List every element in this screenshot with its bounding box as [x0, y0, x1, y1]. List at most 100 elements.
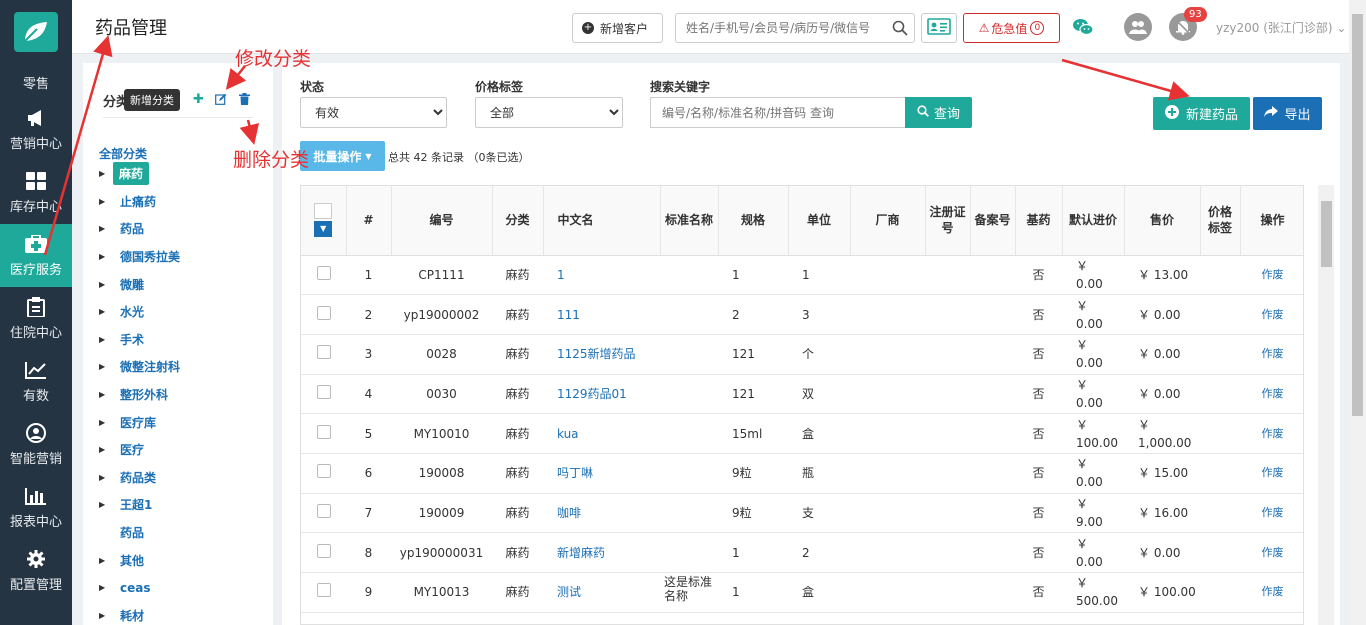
cell-name[interactable]: 111	[543, 294, 660, 335]
nav-item-inpatient[interactable]: 住院中心	[0, 287, 72, 350]
caret-right-icon[interactable]: ▶	[99, 390, 120, 399]
caret-right-icon[interactable]: ▶	[99, 280, 120, 289]
category-item[interactable]: ▶ 德国秀拉美	[99, 243, 269, 271]
category-item[interactable]: ▶ 医疗库	[99, 408, 269, 436]
category-item[interactable]: ▶ 其他	[99, 546, 269, 574]
table-row[interactable]: 5 MY10010 麻药 kua 15ml 盒 否 ￥ 100.00 ￥ 1,000.00 作废	[301, 413, 1303, 454]
category-item[interactable]: 药品	[99, 519, 269, 547]
caret-right-icon[interactable]: ▶	[99, 500, 120, 509]
caret-right-icon[interactable]: ▶	[99, 362, 120, 371]
critical-value-button[interactable]: ⚠ 危急值 0	[963, 13, 1060, 43]
row-checkbox[interactable]	[316, 345, 331, 360]
caret-right-icon[interactable]: ▶	[99, 197, 120, 206]
table-row[interactable]: 8 yp190000031 麻药 新增麻药 1 2 否 ￥ 0.00 ￥ 0.00 作废	[301, 532, 1303, 573]
scrollbar-thumb[interactable]	[1321, 201, 1332, 267]
status-select[interactable]: 有效	[300, 97, 447, 128]
category-item[interactable]: ▶ 水光	[99, 298, 269, 326]
cell-action[interactable]: 作废	[1240, 493, 1303, 534]
category-item[interactable]: ▶ 药品类	[99, 464, 269, 492]
nav-item-settings[interactable]: 配置管理	[0, 539, 72, 602]
category-item[interactable]: ▶ 药品	[99, 215, 269, 243]
category-item[interactable]: ▶ 医疗	[99, 436, 269, 464]
row-checkbox[interactable]	[316, 384, 331, 399]
cell-name[interactable]: 测试	[543, 572, 660, 613]
row-checkbox[interactable]	[316, 464, 331, 479]
nav-item-retail[interactable]: 零售	[0, 62, 72, 98]
new-customer-button[interactable]: + 新增客户	[572, 13, 663, 43]
price-tag-select[interactable]: 全部	[475, 97, 623, 128]
scrollbar-thumb[interactable]	[1352, 14, 1363, 416]
user-group-icon[interactable]	[1124, 13, 1152, 41]
cell-action[interactable]: 作废	[1240, 374, 1303, 415]
cell-action[interactable]: 作废	[1240, 294, 1303, 335]
nav-item-smart-marketing[interactable]: 智能营销	[0, 413, 72, 476]
nav-item-inventory[interactable]: 库存中心	[0, 161, 72, 224]
nav-item-medical-service[interactable]: 医疗服务	[0, 224, 72, 287]
caret-right-icon[interactable]: ▶	[99, 583, 120, 592]
table-row[interactable]: 1 CP1111 麻药 1 1 1 否 ￥ 0.00 ￥ 13.00 作废	[301, 255, 1303, 296]
page-scrollbar[interactable]	[1349, 0, 1366, 625]
caret-right-icon[interactable]: ▶	[99, 335, 120, 344]
table-row[interactable]: 6 190008 麻药 吗丁啉 9粒瓶 否 ￥ 0.00 ￥ 15.00 作废	[301, 453, 1303, 494]
app-logo[interactable]	[14, 12, 58, 52]
row-checkbox[interactable]	[316, 543, 331, 558]
caret-right-icon[interactable]: ▶	[99, 307, 120, 316]
cell-action[interactable]: 作废	[1240, 255, 1303, 296]
category-item[interactable]: ▶ 止痛药	[99, 188, 269, 216]
cell-action[interactable]: 作废	[1240, 334, 1303, 375]
global-search-input[interactable]	[676, 14, 886, 42]
caret-right-icon[interactable]: ▶	[99, 224, 120, 233]
cell-name[interactable]: 1125新增药品	[543, 334, 660, 375]
table-row[interactable]: 3 0028 麻药 1125新增药品 121 个 否 ￥ 0.00 ￥ 0.00 作废	[301, 334, 1303, 375]
cell-name[interactable]: 新增麻药	[543, 532, 660, 573]
new-drug-button[interactable]: 新建药品	[1153, 97, 1250, 130]
caret-right-icon[interactable]: ▶	[99, 418, 120, 427]
select-all-checkbox[interactable]: ▼	[301, 186, 347, 256]
caret-right-icon[interactable]: ▶	[99, 252, 120, 261]
cell-action[interactable]: 作废	[1240, 413, 1303, 454]
cell-action[interactable]: 作废	[1240, 532, 1303, 573]
keyword-input[interactable]	[650, 97, 905, 128]
caret-right-icon[interactable]: ▶	[99, 611, 120, 620]
id-card-button[interactable]	[921, 13, 957, 43]
cell-name[interactable]: 咖啡	[543, 493, 660, 534]
category-item[interactable]: ▶ 整形外科	[99, 381, 269, 409]
category-item[interactable]: ▶ ceas	[99, 574, 269, 602]
caret-right-icon[interactable]: ▶	[99, 445, 120, 454]
cell-action[interactable]: 作废	[1240, 572, 1303, 613]
cell-name[interactable]: 1129药品01	[543, 374, 660, 415]
nav-item-reports[interactable]: 报表中心	[0, 476, 72, 539]
nav-item-data[interactable]: 有数	[0, 350, 72, 413]
category-item[interactable]: ▶ 微整注射科	[99, 353, 269, 381]
cell-action[interactable]: 作废	[1240, 453, 1303, 494]
query-button[interactable]: 查询	[905, 97, 972, 128]
row-checkbox[interactable]	[316, 503, 331, 518]
row-checkbox[interactable]	[316, 583, 331, 598]
category-item[interactable]: ▶ 微雕	[99, 270, 269, 298]
category-item[interactable]: ▶ 耗材	[99, 602, 269, 625]
batch-operation-button[interactable]: 批量操作 ▼	[300, 141, 385, 171]
category-item[interactable]: ▶ 手术	[99, 326, 269, 354]
table-row[interactable]: 9 MY10013 麻药 测试 这是标准名称 1 盒 否 ￥ 500.00 ￥ 100.00 作废	[301, 572, 1303, 613]
row-checkbox[interactable]	[316, 305, 331, 320]
wechat-icon[interactable]	[1072, 17, 1094, 40]
search-icon[interactable]	[892, 20, 908, 39]
cell-name[interactable]: kua	[543, 413, 660, 454]
user-menu[interactable]: yzy200 (张江门诊部) ⌄	[1216, 19, 1346, 36]
cell-name[interactable]: 1	[543, 255, 660, 296]
table-row[interactable]: 7 190009 麻药 咖啡 9粒支 否 ￥ 9.00 ￥ 16.00 作废	[301, 493, 1303, 534]
delete-category-icon[interactable]	[239, 93, 250, 108]
add-category-icon[interactable]: ✚	[193, 92, 204, 107]
table-row[interactable]: 2 yp19000002 麻药 111 2 3 否 ￥ 0.00 ￥ 0.00 作废	[301, 294, 1303, 335]
table-row[interactable]: 4 0030 麻药 1129药品01 121 双 否 ￥ 0.00 ￥ 0.00 作废	[301, 374, 1303, 415]
edit-category-icon[interactable]	[215, 93, 227, 108]
caret-right-icon[interactable]: ▶	[99, 473, 120, 482]
nav-item-marketing[interactable]: 营销中心	[0, 98, 72, 161]
caret-right-icon[interactable]: ▶	[99, 556, 120, 565]
table-scrollbar[interactable]	[1318, 185, 1334, 625]
category-item[interactable]: ▶ 王超1	[99, 491, 269, 519]
export-button[interactable]: 导出	[1253, 97, 1322, 130]
cell-name[interactable]: 吗丁啉	[543, 453, 660, 494]
row-checkbox[interactable]	[316, 265, 331, 280]
row-checkbox[interactable]	[316, 424, 331, 439]
